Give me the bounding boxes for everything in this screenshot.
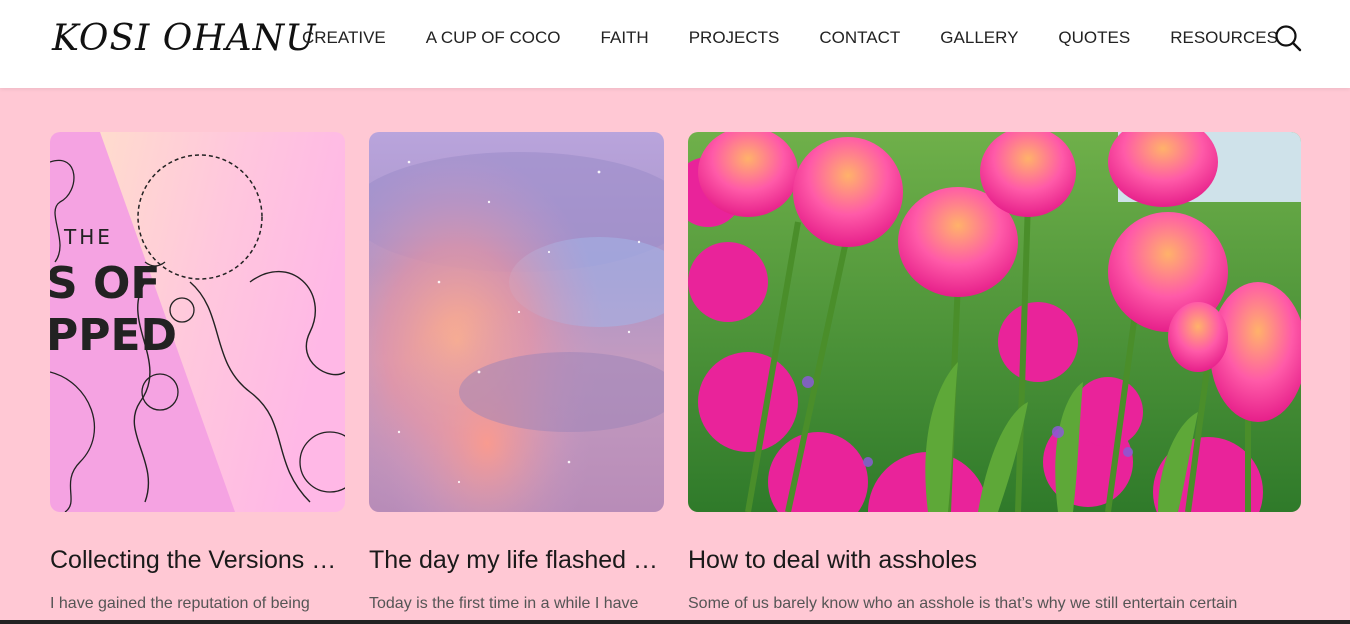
sky-photo xyxy=(369,132,664,512)
nav-item-resources[interactable]: RESOURCES xyxy=(1170,28,1278,48)
search-icon xyxy=(1275,25,1302,52)
nav-item-faith[interactable]: FAITH xyxy=(601,28,649,48)
nav-item-gallery[interactable]: GALLERY xyxy=(940,28,1018,48)
post-title[interactable]: How to deal with assholes xyxy=(688,546,1301,575)
post-excerpt: Today is the first time in a while I hav… xyxy=(369,595,639,612)
nav-item-projects[interactable]: PROJECTS xyxy=(689,28,780,48)
nav-item-quotes[interactable]: QUOTES xyxy=(1058,28,1130,48)
nav-item-creative[interactable]: CREATIVE xyxy=(302,28,386,48)
post-thumbnail[interactable] xyxy=(688,132,1301,512)
post-title[interactable]: The day my life flashed before my eyes xyxy=(369,546,664,575)
site-header: KOSI OHANU CREATIVE A CUP OF COCO FAITH … xyxy=(0,0,1350,88)
nav-item-a-cup-of-coco[interactable]: A CUP OF COCO xyxy=(426,28,561,48)
image-text-line-3: PPED xyxy=(50,310,177,361)
search-button[interactable] xyxy=(1274,24,1302,52)
nav-item-contact[interactable]: CONTACT xyxy=(819,28,900,48)
site-logo[interactable]: KOSI OHANU xyxy=(52,18,317,59)
post-card: THE S OF PPED Collecting the Versions of… xyxy=(50,132,345,613)
post-title[interactable]: Collecting the Versions of Me xyxy=(50,546,345,575)
page-bottom-border xyxy=(0,620,1350,624)
post-card: How to deal with assholes Some of us bar… xyxy=(688,132,1301,613)
post-excerpt: I have gained the reputation of being xyxy=(50,595,310,612)
post-card: The day my life flashed before my eyes T… xyxy=(369,132,664,613)
image-text-line-2: S OF xyxy=(50,258,160,309)
post-thumbnail[interactable] xyxy=(369,132,664,512)
tulips-photo xyxy=(688,132,1301,512)
post-thumbnail[interactable]: THE S OF PPED xyxy=(50,132,345,512)
main-nav: CREATIVE A CUP OF COCO FAITH PROJECTS CO… xyxy=(302,28,1318,48)
line-art-illustration: THE S OF PPED xyxy=(50,132,345,512)
post-excerpt: Some of us barely know who an asshole is… xyxy=(688,595,1238,612)
image-text-the: THE xyxy=(63,225,113,249)
